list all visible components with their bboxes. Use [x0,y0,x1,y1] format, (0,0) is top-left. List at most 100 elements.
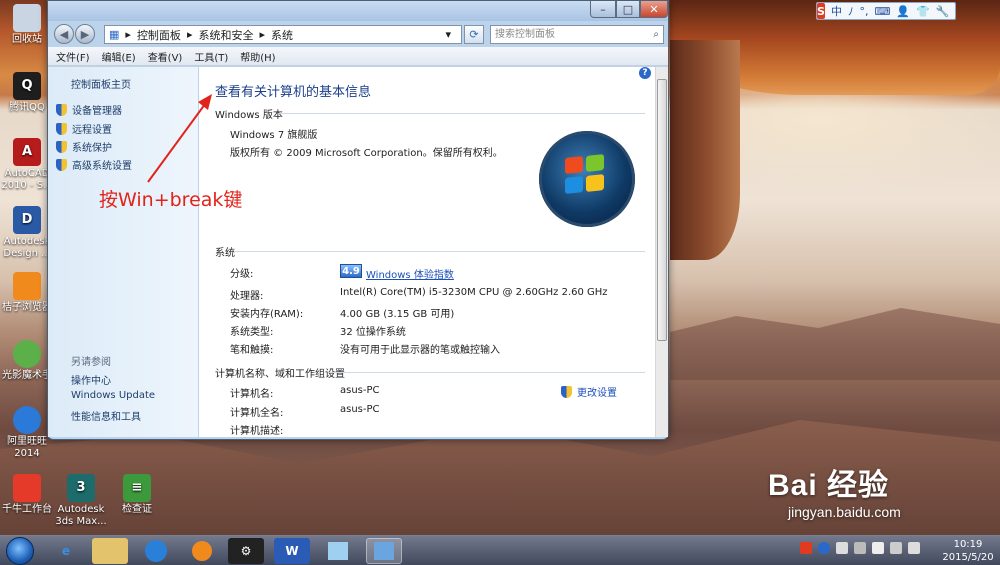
desktop-icon-qq[interactable]: Q 腾讯QQ [0,72,54,114]
keyboard-icon[interactable]: ⌨ [874,5,890,18]
search-input[interactable]: 搜索控制面板 ⌕ [490,25,664,44]
shield-icon [56,158,67,171]
recycle-bin-icon [13,4,41,32]
forward-button[interactable]: ▶ [75,24,95,44]
desktop-icon-aliwangwang[interactable]: 阿里旺旺 2014 [0,406,54,460]
computer-name-value: asus-PC [340,385,380,396]
shield-icon [56,122,67,135]
wps-icon[interactable]: W [274,538,310,564]
close-button[interactable]: ✕ [640,1,668,18]
menu-file[interactable]: 文件(F) [56,49,90,64]
sogou-icon[interactable]: S [817,3,825,19]
sogou-browser-icon[interactable] [138,538,174,564]
desktop-icon-label: 检查证 [122,504,152,515]
ie-icon[interactable]: e [48,538,84,564]
link-windows-update[interactable]: Windows Update [71,390,155,401]
network-icon[interactable] [836,542,848,554]
back-button[interactable]: ◀ [54,24,74,44]
section-windows-edition: Windows 版本 [215,110,283,121]
link-performance-info[interactable]: 性能信息和工具 [71,408,141,423]
user-icon[interactable]: 👤 [896,5,910,18]
desktop-icon-document[interactable]: ≡ 检查证 [110,474,164,516]
desktop-icon-label: Autodesk Design ... [3,236,51,259]
system-window: – □ ✕ ◀ ▶ ▦ ▸ 控制面板 ▸ 系统和安全 ▸ 系统 ▾ ⟳ 搜索控制… [47,0,669,440]
sidebar-control-panel-home[interactable]: 控制面板主页 [71,76,131,91]
maximize-button[interactable]: □ [616,1,640,18]
sidebar-item-system-protection[interactable]: 系统保护 [56,139,112,154]
desktop-icon-3dsmax[interactable]: 3 Autodesk 3ds Max... [54,474,108,528]
breadcrumb-control-panel[interactable]: 控制面板 [137,27,181,43]
sidebar-item-label: 系统保护 [72,143,112,154]
qq-icon: Q [13,72,41,100]
breadcrumb-system-security[interactable]: 系统和安全 [198,27,253,43]
explorer-icon[interactable] [92,538,128,564]
taskbar: e ⚙ W 10:19 2015/5/20 [0,535,1000,565]
processor-value: Intel(R) Core(TM) i5-3230M CPU @ 2.60GHz… [340,287,608,298]
start-button[interactable] [6,537,34,565]
menu-help[interactable]: 帮助(H) [240,49,275,64]
desktop-icon-label: 回收站 [12,34,42,45]
change-settings-link[interactable]: 更改设置 [561,384,617,399]
vertical-scrollbar[interactable] [655,67,668,437]
breadcrumb-system[interactable]: 系统 [271,27,293,43]
control-panel-taskbar-button[interactable] [366,538,402,564]
help-icon[interactable]: ? [639,67,651,79]
sidebar-item-label: 设备管理器 [72,106,122,117]
ime-mode[interactable]: 中 [831,3,842,19]
skin-icon[interactable]: 👕 [916,5,930,18]
desktop-icon-qianniu[interactable]: 千牛工作台 [0,474,54,516]
sogou-tray-icon[interactable] [800,542,812,554]
search-icon[interactable]: ⌕ [653,26,659,43]
system-type-label: 系统类型: [230,327,274,338]
pen-touch-value: 没有可用于此显示器的笔或触控输入 [340,345,500,356]
address-bar[interactable]: ▦ ▸ 控制面板 ▸ 系统和安全 ▸ 系统 ▾ [104,25,462,44]
sidebar-item-device-manager[interactable]: 设备管理器 [56,102,122,117]
taskbar-clock[interactable]: 10:19 2015/5/20 [940,538,996,564]
edition-value: Windows 7 旗舰版 [230,130,318,141]
desktop-icon-autocad[interactable]: A AutoCAD 2010 - S... [0,138,54,192]
computer-fullname-value: asus-PC [340,404,380,415]
windows-logo [539,131,635,227]
punctuation-icon[interactable]: °, [859,5,868,18]
help-tray-icon[interactable] [818,542,830,554]
watermark-brand: Bai 经验 [768,469,890,502]
signal-icon[interactable] [890,542,902,554]
computer-fullname-label: 计算机全名: [230,408,284,419]
desktop-icon-orange-browser[interactable]: 桔子浏览器 [0,272,54,314]
orange-browser-icon[interactable] [184,538,220,564]
moon-icon[interactable]: ﾉ [848,3,854,19]
desktop-icon-photo-tool[interactable]: 光影魔术手 [0,340,54,382]
menu-tools[interactable]: 工具(T) [194,49,228,64]
menu-view[interactable]: 查看(V) [148,49,183,64]
volume-icon[interactable] [908,542,920,554]
rating-badge[interactable]: 4.9 [340,264,362,278]
action-center-icon[interactable] [854,542,866,554]
menu-edit[interactable]: 编辑(E) [102,49,136,64]
sidebar-item-advanced-settings[interactable]: 高级系统设置 [56,157,132,172]
flag-yellow [586,174,604,192]
annotation-text: 按Win+break键 [99,189,243,211]
desktop-icon-autodesk-design[interactable]: D Autodesk Design ... [0,206,54,260]
flag-blue [565,176,583,194]
link-action-center[interactable]: 操作中心 [71,372,111,387]
desktop-icon-recycle-bin[interactable]: 回收站 [0,4,54,46]
scroll-thumb[interactable] [657,79,667,341]
sidebar-item-label: 高级系统设置 [72,161,132,172]
chevron-down-icon[interactable]: ▾ [445,28,451,41]
section-divider [279,113,645,114]
ime-toolbar[interactable]: S 中 ﾉ °, ⌨ 👤 👕 🔧 [816,2,956,20]
desktop-icon-label: AutoCAD 2010 - S... [1,168,53,191]
minimize-button[interactable]: – [590,1,616,18]
refresh-button[interactable]: ⟳ [464,25,484,44]
ram-label: 安装内存(RAM): [230,309,304,320]
system-tray [800,542,926,554]
experience-index-link[interactable]: Windows 体验指数 [366,266,454,281]
shield-icon [56,140,67,153]
app-icon[interactable]: ⚙ [228,538,264,564]
desktop-icon-label: Autodesk 3ds Max... [55,504,107,527]
sidebar-item-remote-settings[interactable]: 远程设置 [56,121,112,136]
window-caption-bar[interactable]: – □ ✕ [48,1,668,21]
notepad-icon[interactable] [320,538,356,564]
battery-icon[interactable] [872,542,884,554]
wrench-icon[interactable]: 🔧 [936,5,950,18]
